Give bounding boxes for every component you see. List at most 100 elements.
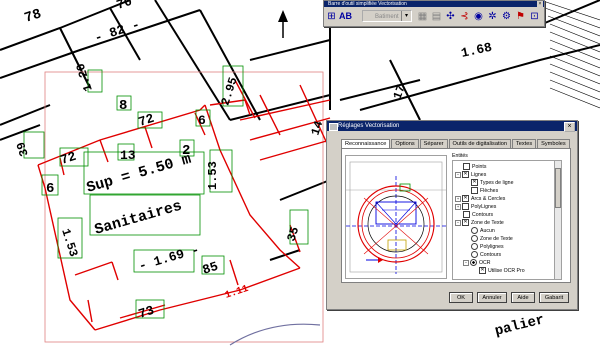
vectorization-toolbar: Barre d'outil simplifiée Vectorisation ×… <box>323 0 545 27</box>
circle-icon[interactable]: ◉ <box>472 10 485 23</box>
gear-icon[interactable]: ✣ <box>444 10 457 23</box>
tree-item-lignes[interactable]: − ✕ Lignes <box>455 171 486 178</box>
label-sanitaires: Sanitaires <box>93 198 184 239</box>
settings-dialog: Réglages Vectorisation × Reconnaissance … <box>326 120 578 310</box>
tab-separer[interactable]: Séparer <box>419 139 448 148</box>
collapse-ocr-icon[interactable]: − <box>463 259 469 266</box>
label-168: 1.68 <box>460 40 494 61</box>
label-153b: 1.53 <box>58 227 80 259</box>
collapse-lignes-icon[interactable]: − <box>455 171 461 178</box>
node-icon[interactable]: ⊰ <box>458 10 471 23</box>
tab-textes[interactable]: Textes <box>511 139 537 148</box>
collapse-zone-texte-icon[interactable]: − <box>455 219 461 226</box>
checkbox-lignes[interactable]: ✕ <box>462 171 469 178</box>
tree-scrollbar[interactable] <box>554 161 561 279</box>
label-13: 13 <box>120 148 136 163</box>
help-button[interactable]: Aide <box>511 292 535 303</box>
hatch-lines <box>539 0 600 109</box>
dialog-title-bar[interactable]: Réglages Vectorisation × <box>327 121 577 132</box>
entities-label: Entités <box>452 153 468 159</box>
checkbox-utilise-ocr-pro[interactable]: ✕ <box>479 267 486 274</box>
tree-item-utilise-ocr-pro[interactable]: ✕ Utilise OCR Pro <box>479 267 525 274</box>
label-73: 73 <box>137 303 157 322</box>
dialog-tabs: Reconnaissance Options Séparer Outils de… <box>341 139 571 148</box>
dialog-app-icon <box>329 123 338 131</box>
tree-item-aucun[interactable]: Aucun <box>471 227 495 234</box>
dimension-icon[interactable]: ⊡ <box>528 10 541 23</box>
label-120: 1.20 <box>74 61 96 93</box>
label-169: - 1.69 - <box>137 242 201 274</box>
cancel-button[interactable]: Annuler <box>477 292 507 303</box>
checkbox-polylignes[interactable] <box>462 203 469 210</box>
label-palier: palier <box>493 312 546 340</box>
tree-item-points[interactable]: Points <box>463 163 486 170</box>
north-arrow <box>278 10 288 38</box>
template-button[interactable]: Gabarit <box>539 292 569 303</box>
radio-ocr[interactable] <box>470 259 477 266</box>
checkbox-contours[interactable] <box>463 211 470 218</box>
checkbox-arcs-cercles[interactable]: ✕ <box>462 195 469 202</box>
tree-item-contours[interactable]: Contours <box>463 211 493 218</box>
label-72a: 72 <box>137 111 157 130</box>
dialog-close-button[interactable]: × <box>564 122 575 132</box>
tree-item-zone-de-texte[interactable]: − ✕ Zone de Texte <box>455 219 504 226</box>
expand-arcs-icon[interactable]: + <box>455 195 461 202</box>
tree-scrollbar-thumb[interactable] <box>555 168 561 208</box>
label-35: 35 <box>284 225 302 243</box>
ok-button[interactable]: OK <box>449 292 473 303</box>
layer-select-value: Batiment <box>375 14 399 20</box>
tree-item-arcs-cercles[interactable]: + ✕ Arcs & Cercles <box>455 195 505 202</box>
radio-polylignes[interactable] <box>471 243 478 250</box>
layer-swap-icon[interactable]: ▦ <box>416 10 429 23</box>
settings-icon[interactable]: ⚙ <box>500 10 513 23</box>
checkbox-points[interactable] <box>463 163 470 170</box>
checkbox-fleches[interactable] <box>471 187 478 194</box>
label-8: 8 <box>119 98 127 114</box>
tree-item-polylignes[interactable]: + PolyLignes <box>455 203 496 210</box>
tab-options[interactable]: Options <box>391 139 419 148</box>
flag-icon[interactable]: ⚑ <box>514 10 527 23</box>
tree-item-types-de-ligne[interactable]: ✕ Types de ligne <box>471 179 513 186</box>
entities-group: Entités Points − ✕ Lignes ✕ Types de ligne … <box>452 153 566 280</box>
label-70: 70 <box>115 0 135 13</box>
tree-item-fleches[interactable]: Flèches <box>471 187 498 194</box>
tab-panel: Entités Points − ✕ Lignes ✕ Types de ligne … <box>341 148 571 283</box>
selection-frame <box>44 71 324 343</box>
preview-image <box>345 155 447 279</box>
text-icon[interactable]: ✲ <box>486 10 499 23</box>
label-39: 39 <box>14 140 32 158</box>
label-78: 78 <box>23 6 44 26</box>
checkbox-types-de-ligne[interactable]: ✕ <box>471 179 478 186</box>
tab-reconnaissance[interactable]: Reconnaissance <box>341 139 391 148</box>
toolbar-title-bar[interactable]: Barre d'outil simplifiée Vectorisation <box>324 1 544 7</box>
tree-item-polylignes-radio[interactable]: Polylignes <box>471 243 504 250</box>
text-ab-icon[interactable]: AB <box>339 10 352 23</box>
layer-select[interactable]: Batiment ▾ <box>362 10 412 22</box>
label-111: 1.11 <box>224 284 250 302</box>
entities-tree: Points − ✕ Lignes ✕ Types de ligne Flèches … <box>452 160 562 280</box>
radio-aucun[interactable] <box>471 227 478 234</box>
tree-item-zone-texte-radio[interactable]: Zone de Texte <box>471 235 513 242</box>
label-72b: 72 <box>59 149 79 168</box>
dialog-title: Réglages Vectorisation <box>338 123 400 129</box>
toolbar-title: Barre d'outil simplifiée Vectorisation <box>328 1 407 7</box>
radio-contours[interactable] <box>471 251 478 258</box>
label-6a: 6 <box>198 113 206 128</box>
label-85: 85 <box>201 259 221 278</box>
tab-symboles[interactable]: Symboles <box>537 139 570 148</box>
label-295: 2.95 <box>218 76 240 108</box>
layers-icon[interactable]: ▤ <box>430 10 443 23</box>
radio-zone-de-texte[interactable] <box>471 235 478 242</box>
tree-item-ocr[interactable]: − OCR <box>463 259 491 266</box>
preview-drawing <box>346 161 446 274</box>
tab-outils-digitalisation[interactable]: Outils de digitalisation <box>448 139 511 148</box>
label-sup: Sup = 5.50 m <box>85 151 194 197</box>
expand-polylignes-icon[interactable]: + <box>455 203 461 210</box>
label-6b: 6 <box>46 181 54 197</box>
select-icon[interactable]: ⊞ <box>325 10 338 23</box>
red-room-outline <box>37 79 331 331</box>
checkbox-zone-de-texte[interactable]: ✕ <box>462 219 469 226</box>
tree-item-contours-radio[interactable]: Contours <box>471 251 501 258</box>
toolbar-close-button[interactable]: × <box>537 1 543 7</box>
chevron-down-icon[interactable]: ▾ <box>401 11 411 21</box>
